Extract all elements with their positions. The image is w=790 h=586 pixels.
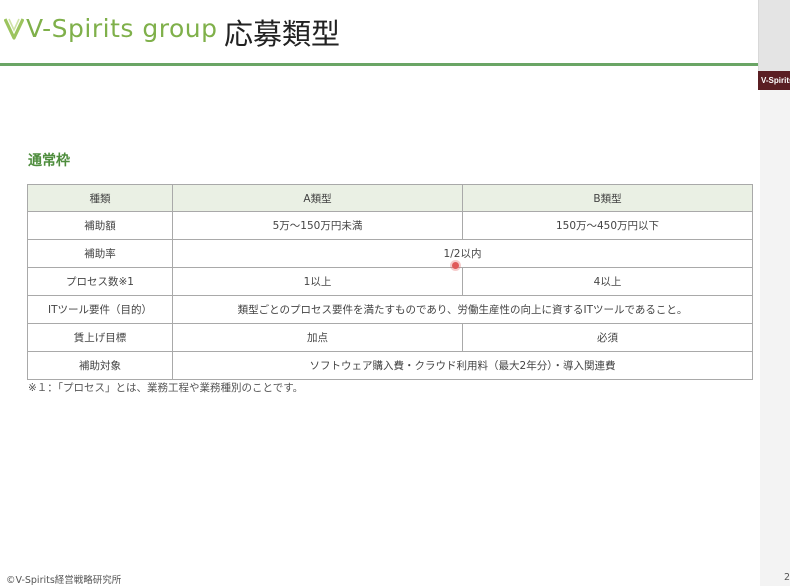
table-cell: ソフトウェア購入費・クラウド利用料（最大2年分）・導入関連費 — [172, 351, 753, 380]
table-row-rate: 補助率 1/2以内 — [27, 239, 753, 268]
slide-header: V-Spirits group 応募類型 — [0, 0, 760, 66]
column-header-a: A類型 — [172, 184, 463, 212]
logo-v-mark-icon — [4, 18, 24, 40]
table-row-amount: 補助額 5万～150万円未満 150万～450万円以下 — [27, 211, 753, 240]
page-number: 2 — [784, 572, 790, 583]
column-header-b: B類型 — [462, 184, 753, 212]
row-label: 補助対象 — [27, 351, 173, 380]
row-label: 賃上げ目標 — [27, 323, 173, 352]
table-cell: 4以上 — [462, 267, 753, 296]
table-row-it-tool: ITツール要件（目的） 類型ごとのプロセス要件を満たすものであり、労働生産性の向… — [27, 295, 753, 324]
page-title: 応募類型 — [224, 17, 341, 51]
section-heading: 通常枠 — [28, 153, 70, 169]
table-cell: 5万～150万円未満 — [172, 211, 463, 240]
copyright: ©V-Spirits経営戦略研究所 — [6, 575, 122, 586]
table-header-row: 種類 A類型 B類型 — [27, 184, 753, 212]
table-row-process: プロセス数※1 1以上 4以上 — [27, 267, 753, 296]
row-label: 補助率 — [27, 239, 173, 268]
application-type-table: 種類 A類型 B類型 補助額 5万～150万円未満 150万～450万円以下 補… — [27, 184, 753, 380]
row-label: プロセス数※1 — [27, 267, 173, 296]
table-cell: 1以上 — [172, 267, 463, 296]
table-cell: 必須 — [462, 323, 753, 352]
pointer-indicator — [452, 262, 459, 269]
video-badge: V-Spirits — [758, 71, 790, 90]
row-label: ITツール要件（目的） — [27, 295, 173, 324]
logo-text: V-Spirits group — [26, 13, 218, 43]
table-cell: 150万～450万円以下 — [462, 211, 753, 240]
company-logo: V-Spirits group — [4, 10, 217, 46]
row-label: 補助額 — [27, 211, 173, 240]
table-cell: 類型ごとのプロセス要件を満たすものであり、労働生産性の向上に資するITツールであ… — [172, 295, 753, 324]
table-cell: 加点 — [172, 323, 463, 352]
footnote: ※１：「プロセス」とは、業務工程や業務種別のことです。 — [28, 382, 304, 394]
table-row-target: 補助対象 ソフトウェア購入費・クラウド利用料（最大2年分）・導入関連費 — [27, 351, 753, 380]
header-divider — [0, 63, 760, 66]
table-row-wage: 賃上げ目標 加点 必須 — [27, 323, 753, 352]
column-header-type: 種類 — [27, 184, 173, 212]
table-cell: 1/2以内 — [172, 239, 753, 268]
